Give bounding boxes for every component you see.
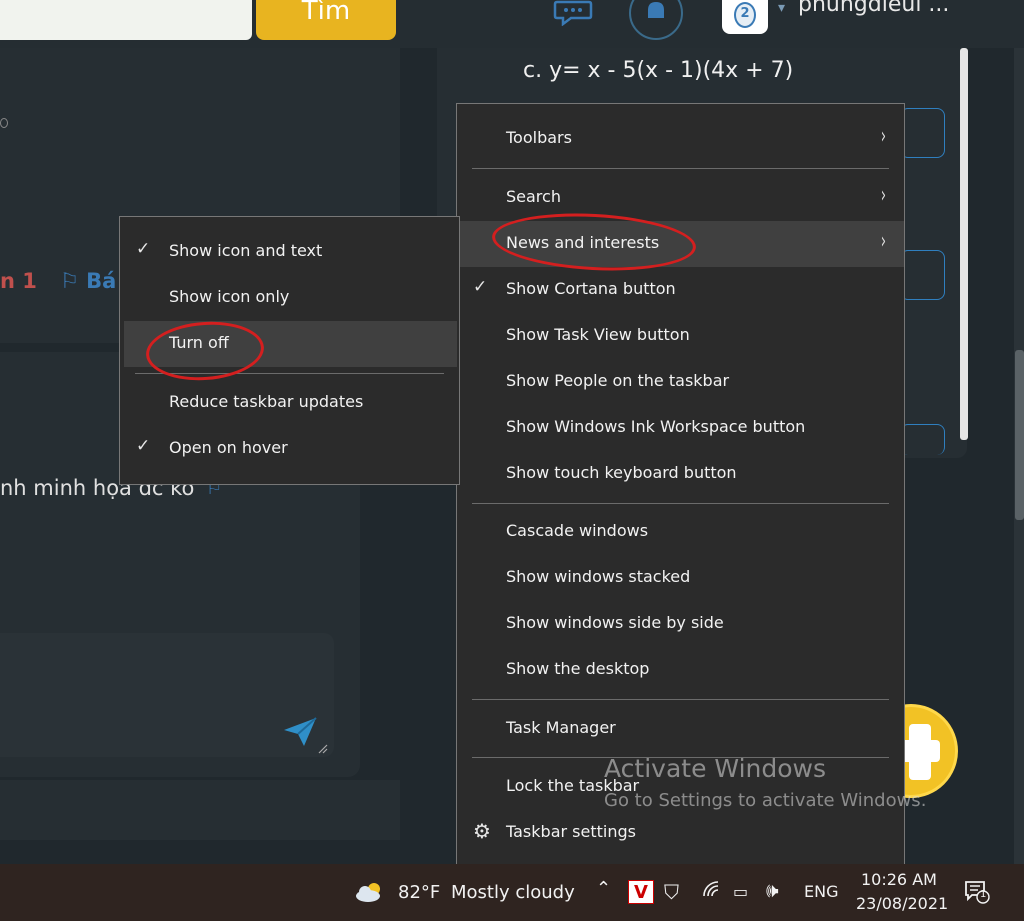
report-label: Bá — [86, 269, 117, 293]
left-panel-footer — [0, 780, 400, 840]
menu-separator — [472, 699, 889, 700]
menu-item-show-task-view-button[interactable]: Show Task View button — [457, 313, 904, 359]
menu-item-label: Show Windows Ink Workspace button — [506, 417, 806, 436]
send-icon[interactable] — [282, 716, 318, 748]
menu-item-label: Search — [506, 187, 561, 206]
menu-item-show-windows-ink[interactable]: Show Windows Ink Workspace button — [457, 405, 904, 451]
menu-item-label: Task Manager — [506, 718, 616, 737]
menu-item-search[interactable]: Search › — [457, 175, 904, 221]
menu-item-label: Cascade windows — [506, 521, 649, 540]
weather-temperature[interactable]: 82°F — [398, 882, 440, 903]
chevron-right-icon: › — [880, 183, 887, 208]
equation-text: c. y= x - 5(x - 1)(4x + 7) — [523, 58, 794, 83]
clock-time[interactable]: 10:26 AM — [861, 870, 937, 889]
chevron-right-icon: › — [880, 229, 887, 254]
weather-condition[interactable]: Mostly cloudy — [451, 882, 575, 903]
report-link[interactable]: ⚐ Bá — [60, 269, 116, 293]
menu-item-label: Show People on the taskbar — [506, 371, 730, 390]
scrollbar[interactable] — [960, 48, 968, 440]
menu-separator — [472, 168, 889, 169]
language-indicator[interactable]: ENG — [804, 882, 838, 901]
answer-option[interactable] — [900, 108, 945, 158]
menu-item-show-touch-keyboard[interactable]: Show touch keyboard button — [457, 451, 904, 497]
chevron-right-icon: › — [880, 124, 887, 149]
menu-item-label: Show windows side by side — [506, 613, 724, 632]
menu-item-show-windows-side-by-side[interactable]: Show windows side by side — [457, 601, 904, 647]
chevron-down-icon[interactable]: ▾ — [778, 0, 785, 16]
menu-item-show-icon-and-text[interactable]: ✓ Show icon and text — [120, 229, 459, 275]
chat-icon[interactable] — [553, 0, 593, 26]
menu-item-label: Show Cortana button — [506, 279, 676, 298]
checkmark-icon: ✓ — [136, 239, 151, 259]
wifi-icon[interactable] — [702, 880, 722, 898]
radio-icon[interactable] — [0, 118, 8, 128]
volume-icon[interactable]: 🕪 — [766, 878, 779, 902]
menu-item-toolbars[interactable]: Toolbars › — [457, 116, 904, 162]
vietkey-icon[interactable]: V — [628, 880, 654, 904]
checkmark-icon: ✓ — [473, 277, 488, 297]
plus-icon — [909, 724, 931, 780]
menu-item-show-windows-stacked[interactable]: Show windows stacked — [457, 555, 904, 601]
cloudy-weather-icon[interactable] — [354, 880, 386, 904]
menu-item-label: Reduce taskbar updates — [169, 392, 364, 411]
menu-item-reduce-taskbar-updates[interactable]: Reduce taskbar updates — [120, 380, 459, 426]
menu-item-label: Show windows stacked — [506, 567, 691, 586]
avatar-badge: 2 — [734, 2, 756, 28]
menu-item-label: Show icon only — [169, 287, 290, 306]
activation-watermark-subtitle: Go to Settings to activate Windows. — [604, 790, 927, 811]
menu-item-label: Show Task View button — [506, 325, 690, 344]
menu-item-label: Taskbar settings — [506, 822, 636, 841]
activation-watermark-title: Activate Windows — [604, 754, 826, 783]
username[interactable]: phungdieul ... — [798, 0, 949, 17]
notification-center-icon[interactable]: 1 — [964, 880, 990, 904]
bell-icon[interactable] — [629, 0, 683, 40]
notification-count: 1 — [980, 889, 987, 900]
menu-separator — [472, 503, 889, 504]
clock-date[interactable]: 23/08/2021 — [856, 894, 948, 913]
battery-icon[interactable]: ▭ — [733, 882, 748, 901]
gear-icon: ⚙ — [473, 819, 491, 843]
search-input[interactable] — [0, 0, 252, 40]
answer-option[interactable] — [900, 424, 945, 455]
menu-item-open-on-hover[interactable]: ✓ Open on hover — [120, 426, 459, 472]
menu-item-label: Show touch keyboard button — [506, 463, 737, 482]
menu-item-show-people[interactable]: Show People on the taskbar — [457, 359, 904, 405]
find-button[interactable]: Tìm — [256, 0, 396, 40]
checkmark-icon: ✓ — [136, 436, 151, 456]
answer-count: n 1 — [0, 269, 37, 293]
taskbar: 82°F Mostly cloudy ⌃ V ⛉ ▭ 🕪 ENG 10:26 A… — [0, 864, 1024, 921]
defender-shield-icon[interactable]: ⛉ — [664, 880, 679, 904]
show-hidden-icons-chevron-icon[interactable]: ⌃ — [596, 878, 611, 899]
avatar[interactable]: 2 — [722, 0, 768, 34]
menu-item-task-manager[interactable]: Task Manager — [457, 706, 904, 752]
menu-item-taskbar-settings[interactable]: ⚙ Taskbar settings — [457, 810, 904, 856]
menu-item-cascade-windows[interactable]: Cascade windows — [457, 509, 904, 555]
resize-handle-icon[interactable] — [316, 742, 328, 754]
menu-item-label: Open on hover — [169, 438, 288, 457]
menu-item-show-the-desktop[interactable]: Show the desktop — [457, 647, 904, 693]
page-scrollbar-thumb[interactable] — [1015, 350, 1024, 520]
menu-item-label: Show the desktop — [506, 659, 650, 678]
menu-item-show-icon-only[interactable]: Show icon only — [120, 275, 459, 321]
menu-item-show-cortana-button[interactable]: ✓ Show Cortana button — [457, 267, 904, 313]
menu-item-label: Toolbars — [506, 128, 572, 147]
menu-item-label: Show icon and text — [169, 241, 323, 260]
answer-option[interactable] — [900, 250, 945, 300]
flag-icon: ⚐ — [60, 269, 79, 293]
